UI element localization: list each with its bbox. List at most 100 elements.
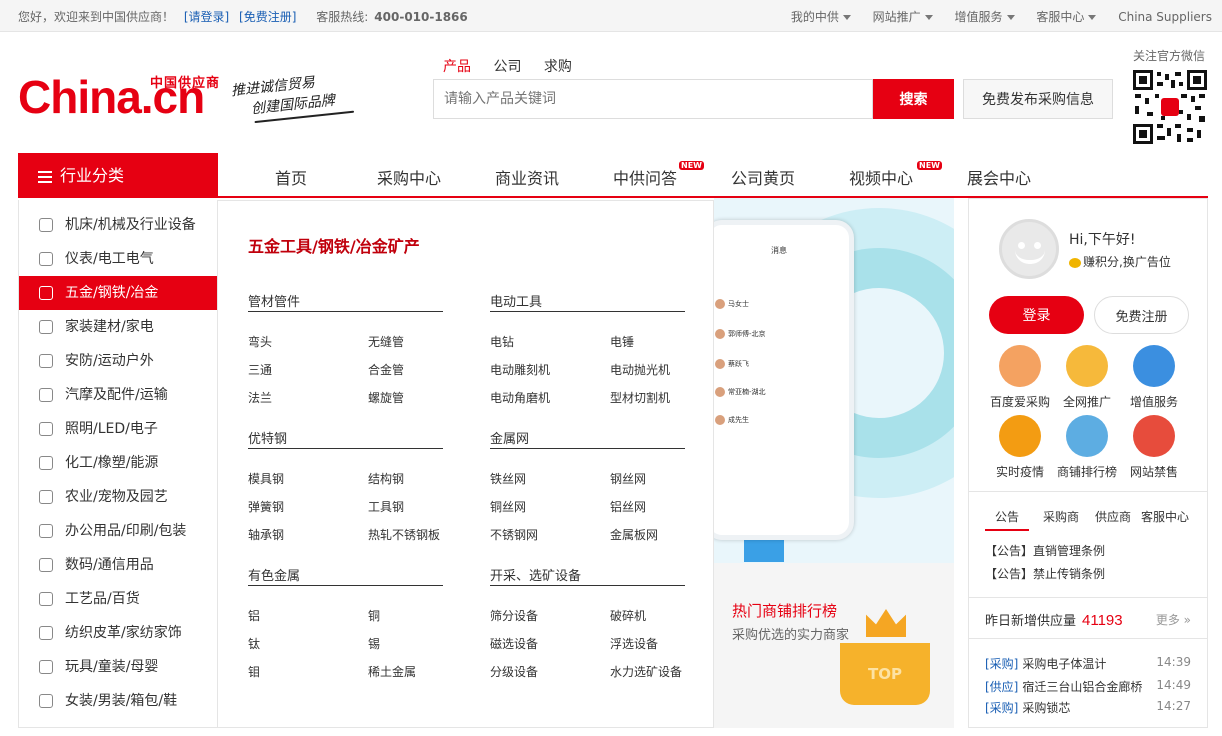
category-item[interactable]: 机床/机械及行业设备 [19,208,217,242]
menu-promotion[interactable]: 网站推广 [873,10,933,24]
category-item[interactable]: 家装建材/家电 [19,310,217,344]
group-title[interactable]: 优特钢 [248,428,443,449]
category-item[interactable]: 工艺品/百货 [19,582,217,616]
notice-item[interactable]: 【公告】直销管理条例 [985,542,1105,559]
menu-value-added[interactable]: 增值服务 [955,10,1015,24]
subcategory-link[interactable]: 稀土金属 [368,663,416,680]
tab-notice[interactable]: 公告 [985,508,1030,531]
subcategory-link[interactable]: 铝丝网 [610,498,646,515]
news-item[interactable]: [采购] 采购锁芯 14:27 [985,699,1191,716]
search-tab-company[interactable]: 公司 [493,59,521,75]
login-link[interactable]: [请登录] [184,10,229,24]
group-title[interactable]: 电动工具 [490,291,685,312]
group-title[interactable]: 金属网 [490,428,685,449]
menu-service-center[interactable]: 客服中心 [1036,10,1097,24]
menu-my-account[interactable]: 我的中供 [791,10,851,24]
service-banned[interactable]: 网站禁售 [1119,415,1189,480]
nav-video-center[interactable]: 视频中心 NEW [849,161,942,189]
service-ranking[interactable]: 商铺排行榜 [1052,415,1122,480]
subcategory-link[interactable]: 工具钢 [368,498,404,515]
service-epidemic[interactable]: 实时疫情 [985,415,1055,480]
category-item[interactable]: 照明/LED/电子 [19,412,217,446]
subcategory-link[interactable]: 铜 [368,607,380,624]
subcategory-link[interactable]: 铜丝网 [490,498,526,515]
subcategory-link[interactable]: 破碎机 [610,607,646,624]
tab-supplier[interactable]: 供应商 [1095,508,1131,525]
category-item[interactable]: 仪表/电工电气 [19,242,217,276]
group-title[interactable]: 有色金属 [248,565,443,586]
search-input[interactable] [433,79,873,119]
category-item-active[interactable]: 五金/钢铁/冶金 [19,276,217,310]
subcategory-link[interactable]: 结构钢 [368,470,404,487]
subcategory-link[interactable]: 弯头 [248,333,272,350]
subcategory-link[interactable]: 弹簧钢 [248,498,284,515]
subcategory-link[interactable]: 电动雕刻机 [490,361,550,378]
subcategory-link[interactable]: 电锤 [610,333,634,350]
subcategory-link[interactable]: 轴承钢 [248,526,284,543]
subcategory-link[interactable]: 金属板网 [610,526,658,543]
group-title[interactable]: 管材管件 [248,291,443,312]
subcategory-link[interactable]: 电钻 [490,333,514,350]
subcategory-link[interactable]: 钛 [248,635,260,652]
china-suppliers-link[interactable]: China Suppliers [1118,10,1212,24]
subcategory-link[interactable]: 钼 [248,663,260,680]
nav-purchase-center[interactable]: 采购中心 [377,165,441,189]
nav-yellow-pages[interactable]: 公司黄页 [731,165,795,189]
tab-service[interactable]: 客服中心 [1141,508,1189,525]
subcategory-link[interactable]: 热轧不锈钢板 [368,526,440,543]
subcategory-link[interactable]: 不锈钢网 [490,526,538,543]
subcategory-link[interactable]: 铝 [248,607,260,624]
subcategory-link[interactable]: 电动抛光机 [610,361,670,378]
category-item[interactable]: 汽摩及配件/运输 [19,378,217,412]
more-link[interactable]: 更多 » [1156,611,1191,628]
login-button[interactable]: 登录 [989,296,1084,334]
subcategory-link[interactable]: 水力选矿设备 [610,663,682,680]
subcategory-link[interactable]: 型材切割机 [610,389,670,406]
flyout-heading[interactable]: 五金工具/钢铁/冶金矿产 [248,233,420,257]
subcategory-link[interactable]: 铁丝网 [490,470,526,487]
points-link[interactable]: 赚积分,换广告位 [1069,253,1171,270]
subcategory-link[interactable]: 锡 [368,635,380,652]
subcategory-link[interactable]: 筛分设备 [490,607,538,624]
subcategory-link[interactable]: 磁选设备 [490,635,538,652]
subcategory-link[interactable]: 法兰 [248,389,272,406]
nav-home[interactable]: 首页 [275,165,307,189]
subcategory-link[interactable]: 钢丝网 [610,470,646,487]
nav-business-news[interactable]: 商业资讯 [495,165,559,189]
notice-item[interactable]: 【公告】禁止传销条例 [985,565,1105,582]
service-promotion[interactable]: 全网推广 [1052,345,1122,410]
news-item[interactable]: [采购] 采购电子体温计 14:39 [985,655,1191,672]
register-link[interactable]: [免费注册] [239,10,296,24]
subcategory-link[interactable]: 螺旋管 [368,389,404,406]
search-button[interactable]: 搜索 [873,79,954,119]
nav-qa[interactable]: 中供问答 NEW [613,161,704,189]
category-item[interactable]: 女装/男装/箱包/鞋 [19,684,217,718]
nav-exhibition[interactable]: 展会中心 [967,165,1031,189]
category-item[interactable]: 办公用品/印刷/包装 [19,514,217,548]
news-item[interactable]: [供应] 宿迁三台山铝合金廊桥 14:49 [985,678,1191,695]
subcategory-link[interactable]: 模具钢 [248,470,284,487]
subcategory-link[interactable]: 电动角磨机 [490,389,550,406]
hot-shop-ranking[interactable]: 热门商铺排行榜 采购优选的实力商家 TOP [714,563,954,728]
search-tab-product[interactable]: 产品 [443,59,471,75]
category-item[interactable]: 玩具/童装/母婴 [19,650,217,684]
subcategory-link[interactable]: 合金管 [368,361,404,378]
subcategory-link[interactable]: 三通 [248,361,272,378]
service-value-added[interactable]: 增值服务 [1119,345,1189,410]
category-item[interactable]: 数码/通信用品 [19,548,217,582]
publish-purchase-button[interactable]: 免费发布采购信息 [963,79,1113,119]
subcategory-link[interactable]: 分级设备 [490,663,538,680]
free-register-button[interactable]: 免费注册 [1094,296,1189,334]
category-item[interactable]: 安防/运动户外 [19,344,217,378]
category-item[interactable]: 农业/宠物及园艺 [19,480,217,514]
category-item[interactable]: 纺织皮革/家纺家饰 [19,616,217,650]
subcategory-link[interactable]: 浮选设备 [610,635,658,652]
tab-buyer[interactable]: 采购商 [1043,508,1079,525]
search-tab-buy[interactable]: 求购 [544,59,572,75]
group-title[interactable]: 开采、选矿设备 [490,565,685,586]
service-baidu[interactable]: 百度爱采购 [985,345,1055,410]
subcategory-link[interactable]: 无缝管 [368,333,404,350]
category-item[interactable]: 化工/橡塑/能源 [19,446,217,480]
category-menu-button[interactable]: 行业分类 [18,153,218,198]
app-promo-banner[interactable]: 消息 马女士 郭师傅-北京 蔡跃飞 常亚楠-湖北 成先生 [714,198,954,563]
